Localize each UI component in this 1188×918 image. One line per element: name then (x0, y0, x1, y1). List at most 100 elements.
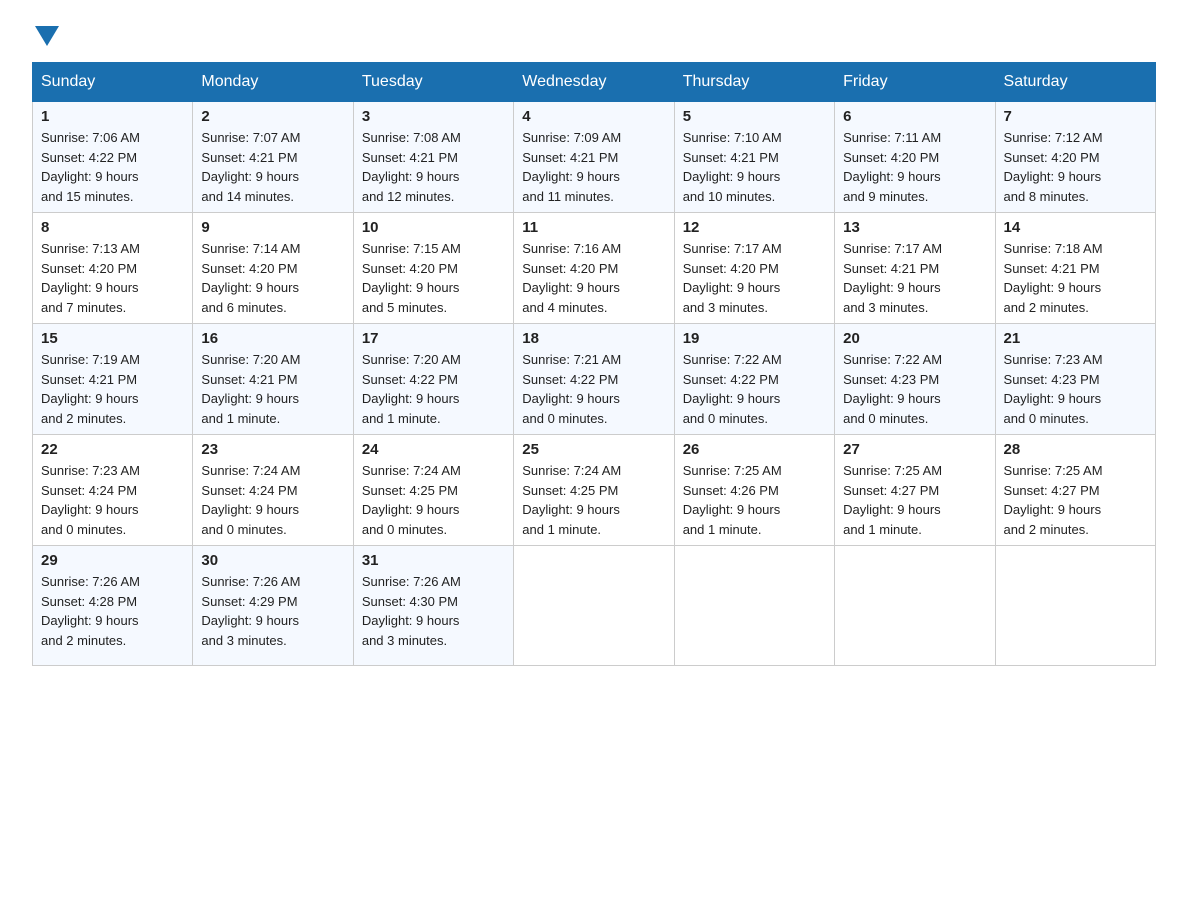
day-number: 22 (41, 441, 184, 458)
calendar-week-row: 8 Sunrise: 7:13 AMSunset: 4:20 PMDaylight… (33, 213, 1156, 324)
day-number: 12 (683, 219, 826, 236)
calendar-cell: 4 Sunrise: 7:09 AMSunset: 4:21 PMDaylight… (514, 102, 674, 213)
day-sun-info: Sunrise: 7:10 AMSunset: 4:21 PMDaylight:… (683, 128, 826, 206)
day-number: 2 (201, 108, 344, 125)
day-number: 10 (362, 219, 505, 236)
calendar-cell: 31Sunrise: 7:26 AMSunset: 4:30 PMDayligh… (353, 546, 513, 666)
weekday-header-sunday: Sunday (33, 63, 193, 102)
calendar-cell: 30 Sunrise: 7:26 AMSunset: 4:29 PMDayligh… (193, 546, 353, 666)
day-sun-info: Sunrise: 7:24 AMSunset: 4:24 PMDaylight:… (201, 461, 344, 539)
calendar-cell: 18 Sunrise: 7:21 AMSunset: 4:22 PMDayligh… (514, 324, 674, 435)
calendar-cell: 9Sunrise: 7:14 AMSunset: 4:20 PMDaylight… (193, 213, 353, 324)
day-sun-info: Sunrise: 7:15 AMSunset: 4:20 PMDaylight:… (362, 239, 505, 317)
day-number: 14 (1004, 219, 1147, 236)
calendar-table: SundayMondayTuesdayWednesdayThursdayFrid… (32, 62, 1156, 666)
day-sun-info: Sunrise: 7:24 AMSunset: 4:25 PMDaylight:… (362, 461, 505, 539)
calendar-cell: 17 Sunrise: 7:20 AMSunset: 4:22 PMDayligh… (353, 324, 513, 435)
calendar-body: 1 Sunrise: 7:06 AMSunset: 4:22 PMDaylight… (33, 102, 1156, 666)
day-sun-info: Sunrise: 7:19 AMSunset: 4:21 PMDaylight:… (41, 350, 184, 428)
calendar-cell: 7 Sunrise: 7:12 AMSunset: 4:20 PMDaylight… (995, 102, 1155, 213)
calendar-cell: 28 Sunrise: 7:25 AMSunset: 4:27 PMDayligh… (995, 435, 1155, 546)
calendar-cell: 25 Sunrise: 7:24 AMSunset: 4:25 PMDayligh… (514, 435, 674, 546)
day-number: 8 (41, 219, 184, 236)
calendar-cell: 20 Sunrise: 7:22 AMSunset: 4:23 PMDayligh… (835, 324, 995, 435)
day-number: 3 (362, 108, 505, 125)
day-sun-info: Sunrise: 7:23 AMSunset: 4:24 PMDaylight:… (41, 461, 184, 539)
calendar-cell (514, 546, 674, 666)
logo (32, 24, 59, 46)
day-sun-info: Sunrise: 7:24 AMSunset: 4:25 PMDaylight:… (522, 461, 665, 539)
calendar-cell: 27Sunrise: 7:25 AMSunset: 4:27 PMDayligh… (835, 435, 995, 546)
day-number: 31 (362, 552, 505, 569)
day-number: 13 (843, 219, 986, 236)
day-number: 11 (522, 219, 665, 236)
day-sun-info: Sunrise: 7:09 AMSunset: 4:21 PMDaylight:… (522, 128, 665, 206)
day-number: 30 (201, 552, 344, 569)
day-number: 26 (683, 441, 826, 458)
calendar-cell: 22 Sunrise: 7:23 AMSunset: 4:24 PMDayligh… (33, 435, 193, 546)
day-sun-info: Sunrise: 7:25 AMSunset: 4:27 PMDaylight:… (1004, 461, 1147, 539)
calendar-cell: 21 Sunrise: 7:23 AMSunset: 4:23 PMDayligh… (995, 324, 1155, 435)
calendar-cell: 29 Sunrise: 7:26 AMSunset: 4:28 PMDayligh… (33, 546, 193, 666)
calendar-week-row: 15 Sunrise: 7:19 AMSunset: 4:21 PMDayligh… (33, 324, 1156, 435)
calendar-cell: 3 Sunrise: 7:08 AMSunset: 4:21 PMDaylight… (353, 102, 513, 213)
logo-triangle-icon (35, 26, 59, 46)
day-sun-info: Sunrise: 7:08 AMSunset: 4:21 PMDaylight:… (362, 128, 505, 206)
calendar-cell (835, 546, 995, 666)
day-number: 7 (1004, 108, 1147, 125)
calendar-cell: 12 Sunrise: 7:17 AMSunset: 4:20 PMDayligh… (674, 213, 834, 324)
day-number: 17 (362, 330, 505, 347)
day-sun-info: Sunrise: 7:13 AMSunset: 4:20 PMDaylight:… (41, 239, 184, 317)
day-sun-info: Sunrise: 7:20 AMSunset: 4:21 PMDaylight:… (201, 350, 344, 428)
day-number: 21 (1004, 330, 1147, 347)
day-sun-info: Sunrise: 7:21 AMSunset: 4:22 PMDaylight:… (522, 350, 665, 428)
calendar-cell: 8 Sunrise: 7:13 AMSunset: 4:20 PMDaylight… (33, 213, 193, 324)
day-sun-info: Sunrise: 7:20 AMSunset: 4:22 PMDaylight:… (362, 350, 505, 428)
day-sun-info: Sunrise: 7:22 AMSunset: 4:23 PMDaylight:… (843, 350, 986, 428)
weekday-header-monday: Monday (193, 63, 353, 102)
day-number: 20 (843, 330, 986, 347)
day-sun-info: Sunrise: 7:12 AMSunset: 4:20 PMDaylight:… (1004, 128, 1147, 206)
weekday-header-thursday: Thursday (674, 63, 834, 102)
calendar-cell: 14 Sunrise: 7:18 AMSunset: 4:21 PMDayligh… (995, 213, 1155, 324)
day-sun-info: Sunrise: 7:07 AMSunset: 4:21 PMDaylight:… (201, 128, 344, 206)
calendar-cell: 2 Sunrise: 7:07 AMSunset: 4:21 PMDaylight… (193, 102, 353, 213)
day-number: 18 (522, 330, 665, 347)
weekday-header-friday: Friday (835, 63, 995, 102)
day-number: 4 (522, 108, 665, 125)
calendar-cell: 26 Sunrise: 7:25 AMSunset: 4:26 PMDayligh… (674, 435, 834, 546)
weekday-header-tuesday: Tuesday (353, 63, 513, 102)
day-sun-info: Sunrise: 7:06 AMSunset: 4:22 PMDaylight:… (41, 128, 184, 206)
calendar-cell (995, 546, 1155, 666)
calendar-cell: 10 Sunrise: 7:15 AMSunset: 4:20 PMDayligh… (353, 213, 513, 324)
calendar-cell: 16 Sunrise: 7:20 AMSunset: 4:21 PMDayligh… (193, 324, 353, 435)
day-number: 9 (201, 219, 344, 236)
day-number: 1 (41, 108, 184, 125)
day-sun-info: Sunrise: 7:26 AMSunset: 4:29 PMDaylight:… (201, 572, 344, 650)
day-sun-info: Sunrise: 7:23 AMSunset: 4:23 PMDaylight:… (1004, 350, 1147, 428)
calendar-cell: 1 Sunrise: 7:06 AMSunset: 4:22 PMDaylight… (33, 102, 193, 213)
day-sun-info: Sunrise: 7:18 AMSunset: 4:21 PMDaylight:… (1004, 239, 1147, 317)
day-number: 5 (683, 108, 826, 125)
day-number: 16 (201, 330, 344, 347)
calendar-cell: 13 Sunrise: 7:17 AMSunset: 4:21 PMDayligh… (835, 213, 995, 324)
day-number: 19 (683, 330, 826, 347)
calendar-cell: 15 Sunrise: 7:19 AMSunset: 4:21 PMDayligh… (33, 324, 193, 435)
day-sun-info: Sunrise: 7:25 AMSunset: 4:26 PMDaylight:… (683, 461, 826, 539)
day-number: 25 (522, 441, 665, 458)
calendar-cell: 6Sunrise: 7:11 AMSunset: 4:20 PMDaylight… (835, 102, 995, 213)
calendar-cell: 5 Sunrise: 7:10 AMSunset: 4:21 PMDaylight… (674, 102, 834, 213)
day-sun-info: Sunrise: 7:17 AMSunset: 4:20 PMDaylight:… (683, 239, 826, 317)
day-number: 28 (1004, 441, 1147, 458)
weekday-header-row: SundayMondayTuesdayWednesdayThursdayFrid… (33, 63, 1156, 102)
day-number: 23 (201, 441, 344, 458)
day-sun-info: Sunrise: 7:16 AMSunset: 4:20 PMDaylight:… (522, 239, 665, 317)
day-number: 29 (41, 552, 184, 569)
day-sun-info: Sunrise: 7:26 AMSunset: 4:28 PMDaylight:… (41, 572, 184, 650)
calendar-week-row: 22 Sunrise: 7:23 AMSunset: 4:24 PMDayligh… (33, 435, 1156, 546)
calendar-cell: 11 Sunrise: 7:16 AMSunset: 4:20 PMDayligh… (514, 213, 674, 324)
day-sun-info: Sunrise: 7:17 AMSunset: 4:21 PMDaylight:… (843, 239, 986, 317)
calendar-week-row: 1 Sunrise: 7:06 AMSunset: 4:22 PMDaylight… (33, 102, 1156, 213)
day-number: 15 (41, 330, 184, 347)
calendar-cell: 23 Sunrise: 7:24 AMSunset: 4:24 PMDayligh… (193, 435, 353, 546)
